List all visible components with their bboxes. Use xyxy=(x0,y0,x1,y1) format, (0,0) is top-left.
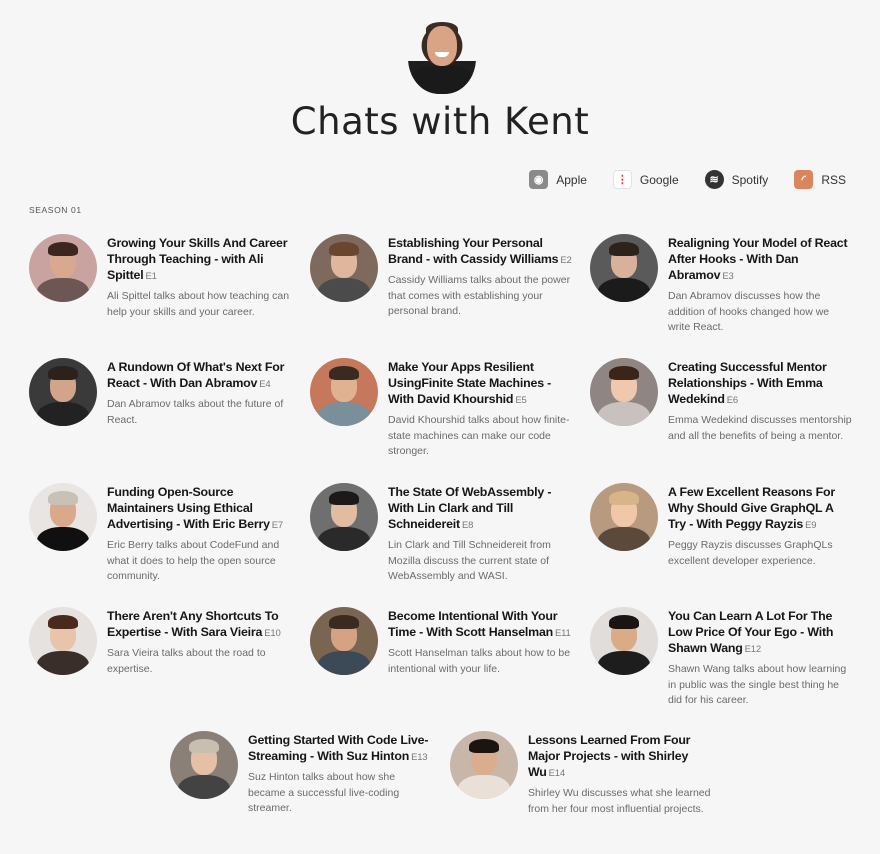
episode-card[interactable]: You Can Learn A Lot For The Low Price Of… xyxy=(590,607,852,709)
episode-title[interactable]: A Rundown Of What's Next For React - Wit… xyxy=(107,359,291,393)
episode-number: E11 xyxy=(555,628,571,639)
guest-avatar xyxy=(310,483,378,551)
episode-number: E13 xyxy=(411,752,428,763)
episode-card[interactable]: A Rundown Of What's Next For React - Wit… xyxy=(29,358,291,428)
platform-label: Apple xyxy=(556,172,587,187)
episode-title-text: Growing Your Skills And Career Through T… xyxy=(107,236,288,282)
episode-card[interactable]: The State Of WebAssembly - With Lin Clar… xyxy=(310,483,572,585)
episode-number: E12 xyxy=(744,644,762,655)
episode-card[interactable]: Become Intentional With Your Time - With… xyxy=(310,607,572,677)
episode-title[interactable]: Realigning Your Model of React After Hoo… xyxy=(668,235,852,285)
episode-description: Cassidy Williams talks about the power t… xyxy=(388,274,571,317)
episode-title-text: A Rundown Of What's Next For React - Wit… xyxy=(107,360,285,390)
episode-card[interactable]: A Few Excellent Reasons For Why Should G… xyxy=(590,483,852,569)
episode-title[interactable]: You Can Learn A Lot For The Low Price Of… xyxy=(668,608,852,658)
episode-card[interactable]: Realigning Your Model of React After Hoo… xyxy=(590,234,852,336)
episode-number: E3 xyxy=(722,271,734,282)
episode-title[interactable]: Growing Your Skills And Career Through T… xyxy=(107,235,291,285)
episode-number: E6 xyxy=(726,395,738,406)
episode-number: E10 xyxy=(264,628,281,639)
episode-title[interactable]: Getting Started With Code Live-Streaming… xyxy=(248,732,432,766)
episode-description: Shawn Wang talks about how learning in p… xyxy=(668,663,847,706)
episode-title-text: Become Intentional With Your Time - With… xyxy=(388,609,558,639)
episode-title-text: Make Your Apps Resilient UsingFinite Sta… xyxy=(388,360,552,406)
platform-link-google[interactable]: ⋮ Google xyxy=(612,170,679,189)
episode-card[interactable]: Establishing Your Personal Brand - with … xyxy=(310,234,572,320)
platform-label: Google xyxy=(639,172,679,187)
episode-description: Ali Spittel talks about how teaching can… xyxy=(107,290,290,318)
episode-title[interactable]: A Few Excellent Reasons For Why Should G… xyxy=(668,484,852,534)
episode-card[interactable]: Getting Started With Code Live-Streaming… xyxy=(170,731,432,817)
episode-number: E14 xyxy=(548,768,566,779)
episode-description: Suz Hinton talks about how she became a … xyxy=(248,771,400,814)
platform-link-spotify[interactable]: ≋ Spotify xyxy=(704,170,769,189)
guest-avatar xyxy=(310,234,378,302)
episode-title-text: Realigning Your Model of React After Hoo… xyxy=(668,236,848,282)
platform-link-apple[interactable]: ◉ Apple xyxy=(529,170,587,189)
episode-title[interactable]: Become Intentional With Your Time - With… xyxy=(388,608,572,642)
google-podcasts-icon: ⋮ xyxy=(612,170,632,189)
episode-title[interactable]: Funding Open-Source Maintainers Using Et… xyxy=(107,484,291,534)
guest-avatar xyxy=(29,234,97,302)
episode-title-text: Funding Open-Source Maintainers Using Et… xyxy=(107,485,270,531)
spotify-icon: ≋ xyxy=(704,170,724,189)
episode-title[interactable]: The State Of WebAssembly - With Lin Clar… xyxy=(388,484,572,534)
episode-description: Lin Clark and Till Schneidereit from Moz… xyxy=(388,539,551,582)
episode-title[interactable]: Lessons Learned From Four Major Projects… xyxy=(528,732,712,782)
guest-avatar xyxy=(590,358,658,426)
guest-avatar xyxy=(29,607,97,675)
episode-card[interactable]: There Aren't Any Shortcuts To Expertise … xyxy=(29,607,291,677)
episode-number: E8 xyxy=(461,520,474,531)
episode-number: E7 xyxy=(271,520,284,531)
episode-number: E1 xyxy=(145,271,157,282)
episode-description: Scott Hanselman talks about how to be in… xyxy=(388,647,571,675)
episode-card[interactable]: Lessons Learned From Four Major Projects… xyxy=(450,731,712,817)
apple-podcasts-icon: ◉ xyxy=(529,170,549,189)
guest-avatar xyxy=(29,483,97,551)
episode-card[interactable]: Growing Your Skills And Career Through T… xyxy=(29,234,291,320)
episode-number: E9 xyxy=(805,520,817,531)
platform-label: RSS xyxy=(821,172,846,187)
episode-card[interactable]: Creating Successful Mentor Relationships… xyxy=(590,358,852,444)
episode-title-text: Establishing Your Personal Brand - with … xyxy=(388,236,559,266)
episode-description: David Khourshid talks about how finite-s… xyxy=(388,414,570,457)
guest-avatar xyxy=(170,731,238,799)
guest-avatar xyxy=(590,234,658,302)
platform-link-rss[interactable]: ◜ RSS xyxy=(794,170,846,189)
episode-title-text: Creating Successful Mentor Relationships… xyxy=(668,360,827,406)
guest-avatar xyxy=(29,358,97,426)
episode-title[interactable]: There Aren't Any Shortcuts To Expertise … xyxy=(107,608,291,642)
episode-number: E5 xyxy=(515,395,527,406)
episode-title[interactable]: Make Your Apps Resilient UsingFinite Sta… xyxy=(388,359,572,409)
episode-card[interactable]: Make Your Apps Resilient UsingFinite Sta… xyxy=(310,358,572,460)
episode-number: E2 xyxy=(560,255,572,266)
episode-description: Peggy Rayzis discusses GraphQLs excellen… xyxy=(668,539,833,567)
platform-links: ◉ Apple ⋮ Google ≋ Spotify ◜ RSS xyxy=(529,170,846,189)
guest-avatar xyxy=(450,731,518,799)
platform-label: Spotify xyxy=(731,172,769,187)
episode-title-text: There Aren't Any Shortcuts To Expertise … xyxy=(107,609,279,639)
guest-avatar xyxy=(590,483,658,551)
episode-number: E4 xyxy=(259,379,271,390)
episode-title[interactable]: Establishing Your Personal Brand - with … xyxy=(388,235,572,269)
rss-icon: ◜ xyxy=(794,170,814,189)
episode-description: Shirley Wu discusses what she learned fr… xyxy=(528,787,711,815)
episode-description: Sara Vieira talks about the road to expe… xyxy=(107,647,266,675)
guest-avatar xyxy=(310,607,378,675)
season-label: SEASON 01 xyxy=(29,205,82,215)
episode-description: Dan Abramov talks about the future of Re… xyxy=(107,398,284,426)
episode-description: Emma Wedekind discusses mentorship and a… xyxy=(668,414,852,442)
episode-card[interactable]: Funding Open-Source Maintainers Using Et… xyxy=(29,483,291,585)
episode-description: Eric Berry talks about CodeFund and what… xyxy=(107,539,280,582)
episode-title[interactable]: Creating Successful Mentor Relationships… xyxy=(668,359,852,409)
guest-avatar xyxy=(590,607,658,675)
episode-description: Dan Abramov discusses how the addition o… xyxy=(668,290,830,333)
guest-avatar xyxy=(310,358,378,426)
episode-title-text: Getting Started With Code Live-Streaming… xyxy=(248,733,429,763)
host-avatar xyxy=(408,16,476,94)
page-title: Chats with Kent xyxy=(290,100,590,143)
